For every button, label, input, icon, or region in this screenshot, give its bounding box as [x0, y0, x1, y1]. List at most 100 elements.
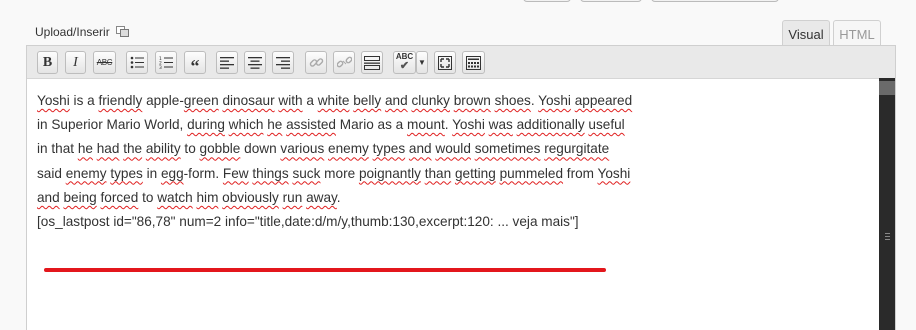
- spellcheck-flagged-word: sometimes: [474, 141, 541, 157]
- highlight-underline: [44, 268, 606, 272]
- spellcheck-flagged-word: the: [123, 141, 143, 157]
- paragraph-text: more: [320, 165, 359, 181]
- spellcheck-flagged-word: had: [96, 141, 120, 157]
- checkmark-icon: ✔: [399, 60, 410, 72]
- spellcheck-flagged-word: friendly: [98, 93, 143, 108]
- paragraph-text: Mario as a: [336, 117, 408, 133]
- top-button-1[interactable]: [523, 0, 571, 2]
- spellcheck-flagged-word: being: [63, 189, 97, 205]
- scrollbar-thumb[interactable]: [879, 81, 895, 95]
- spellcheck-flagged-word: and: [384, 93, 408, 108]
- spellcheck-flagged-word: regurgitate: [544, 141, 610, 157]
- strikethrough-button[interactable]: ABC: [93, 51, 116, 74]
- spellcheck-flagged-word: pummeled: [499, 165, 564, 181]
- spellcheck-flagged-word: during: [187, 117, 225, 133]
- kitchen-sink-button[interactable]: [462, 51, 485, 74]
- align-left-icon: [220, 56, 234, 69]
- media-upload[interactable]: Upload/Inserir: [35, 25, 130, 39]
- spellcheck-flagged-word: Yoshi: [597, 165, 631, 181]
- unlink-button[interactable]: [333, 51, 355, 74]
- spellcheck-flagged-word: away: [306, 189, 337, 205]
- top-button-2[interactable]: [580, 0, 642, 2]
- spellcheck-flagged-word: Few: [222, 165, 249, 181]
- align-center-button[interactable]: [244, 51, 266, 74]
- top-button-3[interactable]: [651, 0, 779, 2]
- unlink-icon: [336, 56, 352, 68]
- kitchen-sink-icon: [466, 55, 481, 70]
- spellcheck-flagged-word: clunky: [411, 93, 450, 108]
- spellcheck-language-dropdown[interactable]: ▼: [416, 51, 428, 74]
- shortcode-line[interactable]: [os_lastpost id="86,78" num=2 info="titl…: [37, 210, 637, 234]
- upload-label[interactable]: Upload/Inserir: [35, 25, 110, 39]
- spellcheck-flagged-word: egg: [160, 165, 184, 181]
- spellcheck-flagged-word: was: [488, 117, 513, 133]
- bullet-list-icon: [130, 56, 144, 69]
- paragraph-text: is a: [69, 93, 99, 108]
- spellcheck-flagged-word: obviously: [222, 189, 279, 205]
- spellcheck-flagged-word: he: [77, 141, 93, 157]
- spellcheck-flagged-word: things: [252, 165, 289, 181]
- spellcheck-flagged-word: run: [282, 189, 303, 205]
- paragraph-text: in Superior Mario World,: [37, 117, 188, 133]
- spellcheck-flagged-word: enemy: [65, 165, 107, 181]
- paragraph-text: in: [142, 165, 161, 181]
- spellcheck-flagged-word: appeared: [574, 93, 633, 108]
- spellcheck-flagged-word: various: [280, 141, 325, 157]
- tab-visual[interactable]: Visual: [782, 20, 830, 47]
- spellcheck-flagged-word: poignantly: [358, 165, 421, 181]
- spellcheck-flagged-word: assisted: [286, 117, 336, 133]
- spellcheck-flagged-word: Yoshi: [452, 117, 485, 133]
- spellcheck-flagged-word: types: [372, 141, 406, 157]
- align-center-icon: [248, 56, 262, 69]
- spellcheck-flagged-word: Yoshi: [538, 93, 571, 108]
- numbered-list-icon: 1 2 3: [159, 56, 173, 69]
- numbered-list-button[interactable]: 1 2 3: [155, 51, 177, 74]
- bullet-list-button[interactable]: [126, 51, 148, 74]
- spellcheck-flagged-word: suck: [292, 165, 321, 181]
- paragraph-text: -form.: [183, 165, 223, 181]
- spellcheck-flagged-word: mount: [407, 117, 445, 133]
- spellcheck-flagged-word: belly: [353, 93, 382, 108]
- paragraph-text: in that: [37, 141, 78, 157]
- spellcheck-flagged-word: Yoshi: [37, 93, 70, 108]
- content-paragraph[interactable]: Yoshi is a friendly apple-green dinosaur…: [37, 89, 637, 210]
- spellcheck-flagged-word: dinosaur: [222, 93, 275, 108]
- spellcheck-flagged-word: which: [228, 117, 264, 133]
- paragraph-text: to: [138, 189, 158, 205]
- spellcheck-flagged-word: he: [267, 117, 283, 133]
- editor-scrollbar[interactable]: [879, 78, 895, 330]
- spellcheck-flagged-word: and: [37, 189, 60, 205]
- paragraph-text: apple-: [142, 93, 184, 108]
- insert-more-button[interactable]: [361, 51, 383, 74]
- align-right-button[interactable]: [272, 51, 294, 74]
- scrollbar-grip-icon: [885, 233, 890, 240]
- insert-link-button[interactable]: [305, 51, 327, 74]
- italic-button[interactable]: I: [65, 51, 86, 74]
- bold-button[interactable]: B: [37, 51, 58, 74]
- paragraph-text: .: [336, 189, 341, 205]
- editor-toolbar: B I ABC 1 2 3 “ ABC ✔ ▼: [27, 46, 895, 79]
- tab-html[interactable]: HTML: [833, 20, 881, 47]
- spellcheck-flagged-word: useful: [588, 117, 625, 133]
- spellcheck-flagged-word: forced: [100, 189, 139, 205]
- align-left-button[interactable]: [216, 51, 238, 74]
- editor-content[interactable]: Yoshi is a friendly apple-green dinosaur…: [37, 89, 637, 234]
- spellcheck-flagged-word: with: [278, 93, 303, 108]
- media-library-icon[interactable]: [115, 26, 130, 38]
- spellcheck-flagged-word: green: [183, 93, 219, 108]
- spellcheck-flagged-word: getting: [454, 165, 496, 181]
- svg-text:3: 3: [159, 65, 162, 69]
- spellcheck-flagged-word: white: [317, 93, 350, 108]
- spellcheck-flagged-word: additionally: [516, 117, 585, 133]
- spellcheck-flagged-word: brown: [453, 93, 491, 108]
- spellcheck-flagged-word: types: [110, 165, 143, 181]
- spellcheck-flagged-word: than: [424, 165, 452, 181]
- blockquote-button[interactable]: “: [184, 51, 206, 75]
- spellcheck-flagged-word: ability: [145, 141, 181, 157]
- fullscreen-button[interactable]: [434, 51, 456, 74]
- spellcheck-flagged-word: and: [408, 141, 432, 157]
- paragraph-text: .: [444, 117, 453, 133]
- paragraph-text: from: [563, 165, 598, 181]
- spellcheck-button[interactable]: ABC ✔: [393, 51, 416, 74]
- align-right-icon: [276, 56, 290, 69]
